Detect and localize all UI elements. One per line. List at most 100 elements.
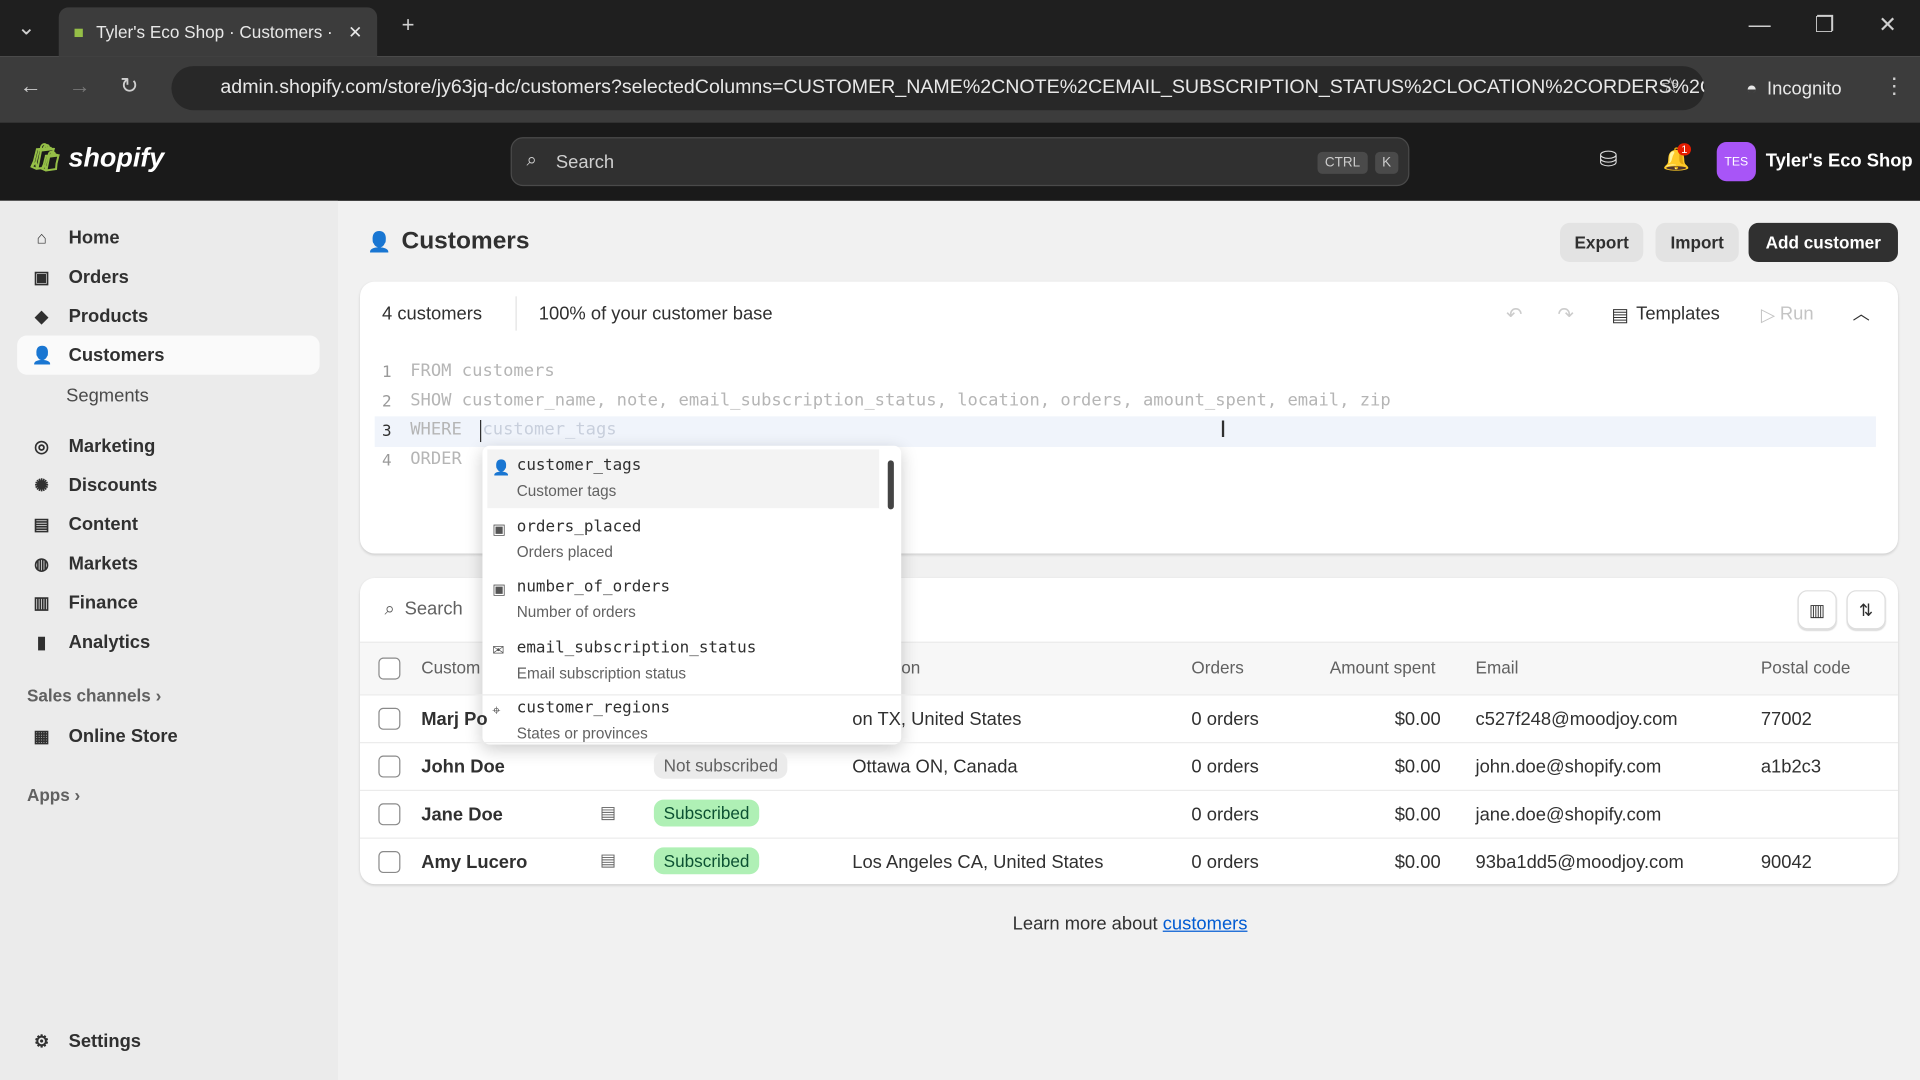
sidebar-item-discounts[interactable]: ✺ Discounts bbox=[17, 465, 319, 504]
table-row[interactable]: Jane Doe ▤ Subscribed 0 orders $0.00 jane.… bbox=[360, 789, 1898, 838]
autocomplete-option-orders-placed[interactable]: ▣ orders_placed Orders placed bbox=[487, 510, 879, 569]
sidebar-item-markets[interactable]: ◍ Markets bbox=[17, 544, 319, 583]
header-customer-name[interactable]: Custom bbox=[421, 658, 480, 678]
autocomplete-option-customer-tags[interactable]: 👤 customer_tags Customer tags bbox=[487, 449, 880, 509]
undo-icon[interactable]: ↶ bbox=[1506, 302, 1522, 326]
option-description: Customer tags bbox=[516, 482, 617, 500]
query-line-where[interactable]: WHERE bbox=[410, 420, 472, 440]
store-avatar[interactable]: TES bbox=[1716, 142, 1756, 182]
autocomplete-option-email-subscription-status[interactable]: ✉ email_subscription_status Email subscrip… bbox=[487, 631, 879, 690]
autocomplete-option-number-of-orders[interactable]: ▣ number_of_orders Number of orders bbox=[487, 571, 879, 630]
analytics-icon: ▮ bbox=[36, 631, 47, 651]
sidebar-item-label: Products bbox=[68, 305, 149, 327]
sidebar-item-marketing[interactable]: ◎ Marketing bbox=[17, 426, 319, 465]
query-line-order[interactable]: ORDER bbox=[410, 449, 462, 469]
customers-icon: 👤 bbox=[31, 344, 54, 365]
query-line-from[interactable]: FROM customers bbox=[410, 361, 555, 381]
sidebar-item-label: Settings bbox=[68, 1030, 142, 1052]
sidebar-item-analytics[interactable]: ▮ Analytics bbox=[17, 622, 319, 661]
option-name: email_subscription_status bbox=[516, 638, 757, 657]
query-line-show[interactable]: SHOW customer_name, note, email_subscrip… bbox=[410, 391, 1390, 411]
store-name[interactable]: Tyler's Eco Shop bbox=[1766, 151, 1913, 172]
sidebar-item-orders[interactable]: ▣ Orders bbox=[17, 257, 319, 296]
search-icon: ⌕ bbox=[384, 598, 395, 620]
apps-heading[interactable]: Apps › bbox=[27, 785, 80, 805]
sidebar-item-products[interactable]: ◆ Products bbox=[17, 296, 319, 335]
header-postal-code[interactable]: Postal code bbox=[1761, 658, 1851, 678]
customer-location: on TX, United States bbox=[852, 708, 1022, 730]
import-button[interactable]: Import bbox=[1655, 222, 1739, 263]
note-icon[interactable]: ▤ bbox=[600, 802, 616, 823]
redo-icon[interactable]: ↷ bbox=[1558, 302, 1574, 326]
collapse-chevron-up-icon[interactable]: ︿ bbox=[1853, 301, 1870, 325]
header-email[interactable]: Email bbox=[1476, 658, 1519, 678]
select-all-checkbox[interactable] bbox=[378, 657, 401, 680]
row-checkbox[interactable] bbox=[378, 851, 401, 874]
subscription-status-badge: Subscribed bbox=[653, 799, 760, 827]
global-search-input[interactable]: ⌕ Search CTRL K bbox=[510, 137, 1410, 187]
field-type-icon: ▣ bbox=[492, 580, 507, 598]
apps-label: Apps bbox=[26, 784, 70, 805]
customer-name[interactable]: John Doe bbox=[421, 757, 505, 778]
new-tab-icon[interactable]: + bbox=[402, 12, 415, 38]
browser-tab[interactable]: ■ Tyler's Eco Shop · Customers · S ✕ bbox=[58, 7, 378, 57]
row-checkbox[interactable] bbox=[378, 707, 401, 730]
sidebar-item-finance[interactable]: ▥ Finance bbox=[17, 583, 319, 622]
incognito-indicator[interactable]: ◓ Incognito bbox=[1727, 69, 1857, 108]
option-description: Orders placed bbox=[516, 543, 613, 561]
restore-icon[interactable]: ❐ bbox=[1815, 12, 1835, 38]
bookmark-star-icon[interactable]: ☆ bbox=[1660, 73, 1680, 99]
tab-search-icon[interactable]: ⌄ bbox=[17, 15, 35, 41]
browser-menu-icon[interactable]: ⋮ bbox=[1883, 73, 1905, 99]
kbd-ctrl: CTRL bbox=[1317, 151, 1368, 174]
table-row[interactable]: Marj Po on TX, United States 0 orders $0… bbox=[360, 694, 1898, 742]
customer-name[interactable]: Jane Doe bbox=[421, 804, 503, 825]
sales-channels-heading[interactable]: Sales channels › bbox=[27, 686, 161, 706]
sidebar-item-online-store[interactable]: ▦ Online Store bbox=[17, 716, 319, 755]
sidebar-item-segments[interactable]: Segments bbox=[17, 376, 319, 415]
field-type-icon: 👤 bbox=[492, 459, 511, 477]
url-input[interactable]: admin.shopify.com/store/jy63jq-dc/custom… bbox=[171, 66, 1705, 111]
run-button[interactable]: ▷ Run bbox=[1761, 304, 1814, 326]
sort-button[interactable]: ⇅ bbox=[1846, 590, 1886, 630]
customer-postal-code: 77002 bbox=[1760, 708, 1812, 730]
table-search[interactable]: ⌕ Search bbox=[384, 599, 462, 620]
sidebar-item-home[interactable]: ⌂ Home bbox=[17, 218, 319, 257]
products-icon: ◆ bbox=[35, 305, 49, 326]
reload-icon[interactable]: ↻ bbox=[120, 73, 138, 99]
shopify-logo[interactable]: 🛍 shopify bbox=[27, 142, 164, 174]
note-icon[interactable]: ▤ bbox=[600, 850, 616, 871]
search-icon: ⌕ bbox=[526, 149, 537, 171]
table-row[interactable]: John Doe Not subscribed Ottawa ON, Canada… bbox=[360, 742, 1898, 790]
columns-button[interactable]: ▥ bbox=[1797, 590, 1837, 630]
minimize-icon[interactable]: — bbox=[1749, 12, 1771, 38]
row-checkbox[interactable] bbox=[378, 803, 401, 826]
sidebar-item-content[interactable]: ▤ Content bbox=[17, 504, 319, 543]
store-icon: ▦ bbox=[33, 725, 50, 746]
customer-name[interactable]: Marj Po bbox=[421, 709, 487, 730]
templates-button[interactable]: ▤ Templates bbox=[1611, 304, 1719, 326]
export-button[interactable]: Export bbox=[1560, 222, 1644, 263]
sidebar-item-customers[interactable]: 👤 Customers bbox=[17, 335, 320, 375]
row-checkbox[interactable] bbox=[378, 755, 401, 778]
back-icon[interactable]: ← bbox=[20, 73, 42, 99]
header-location[interactable]: on bbox=[901, 658, 920, 678]
customer-email: john.doe@shopify.com bbox=[1475, 756, 1662, 778]
sidebar-item-settings[interactable]: ⚙ Settings bbox=[17, 1021, 319, 1060]
add-customer-button[interactable]: Add customer bbox=[1748, 222, 1898, 263]
sidekick-icon[interactable]: ⛁ bbox=[1599, 147, 1617, 173]
page-title: 👤 Customers bbox=[367, 228, 529, 256]
customers-help-link[interactable]: customers bbox=[1163, 913, 1248, 934]
forward-icon[interactable]: → bbox=[69, 73, 91, 99]
close-tab-icon[interactable]: ✕ bbox=[348, 21, 362, 42]
customer-name[interactable]: Amy Lucero bbox=[421, 852, 527, 873]
shopify-favicon-icon: ■ bbox=[73, 22, 84, 42]
customer-orders: 0 orders bbox=[1191, 804, 1259, 826]
customer-count: 4 customers bbox=[382, 303, 483, 325]
header-orders[interactable]: Orders bbox=[1191, 658, 1243, 678]
header-amount-spent[interactable]: Amount spent bbox=[1330, 658, 1436, 678]
customer-amount-spent: $0.00 bbox=[1394, 756, 1441, 778]
table-row[interactable]: Amy Lucero ▤ Subscribed Los Angeles CA, Un… bbox=[360, 837, 1898, 886]
close-window-icon[interactable]: ✕ bbox=[1878, 12, 1896, 38]
templates-label: Templates bbox=[1636, 303, 1720, 325]
